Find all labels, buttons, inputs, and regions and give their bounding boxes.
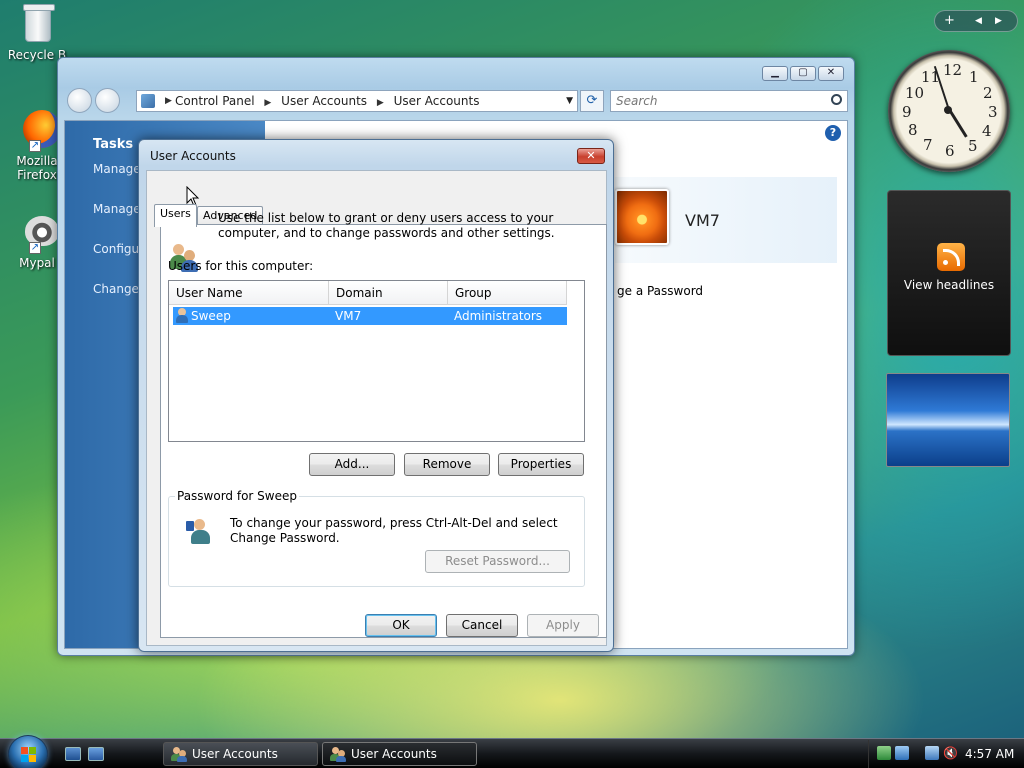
desktop-icon-recycle-bin[interactable]: Recycle B xyxy=(0,2,74,62)
sidebar-controls[interactable]: + ◀ ▶ xyxy=(934,10,1018,32)
dialog-close-button[interactable]: ✕ xyxy=(577,148,605,164)
ok-button[interactable]: OK xyxy=(365,614,437,637)
slideshow-gadget[interactable] xyxy=(886,373,1010,467)
users-list-label: Users for this computer: xyxy=(168,259,314,273)
column-domain[interactable]: Domain xyxy=(329,281,448,305)
help-icon[interactable]: ? xyxy=(825,125,841,141)
column-user-name[interactable]: User Name xyxy=(169,281,329,305)
breadcrumb-segment[interactable]: Control Panel xyxy=(175,94,255,108)
maximize-button[interactable]: ▢ xyxy=(790,66,816,81)
user-name: VM7 xyxy=(685,211,720,230)
rss-icon xyxy=(937,243,965,271)
start-button[interactable] xyxy=(8,735,48,768)
clock-number: 9 xyxy=(902,103,912,121)
password-group-title: Password for Sweep xyxy=(175,489,299,503)
chevron-right-icon: ▶ xyxy=(376,98,384,108)
shortcut-arrow-icon: ↗ xyxy=(29,140,41,152)
clock-number: 12 xyxy=(943,61,963,79)
clock-gadget[interactable]: 12 1 2 3 4 5 6 7 8 9 10 11 xyxy=(888,50,1010,172)
security-center-icon[interactable] xyxy=(877,746,891,760)
control-panel-icon xyxy=(141,94,155,108)
search-input[interactable]: Search xyxy=(610,90,848,112)
user-icon xyxy=(175,308,189,323)
taskbar: User Accounts User Accounts 🔇 4:57 AM xyxy=(0,735,1024,768)
taskbar-item-label: User Accounts xyxy=(351,747,437,761)
breadcrumb-segment[interactable]: User Accounts xyxy=(281,94,367,108)
volume-muted-icon[interactable]: 🔇 xyxy=(943,746,958,760)
taskbar-item-label: User Accounts xyxy=(192,747,278,761)
cell-domain: VM7 xyxy=(335,309,362,323)
tasks-title: Tasks xyxy=(93,137,134,152)
recycle-bin-icon xyxy=(15,2,59,46)
remove-user-button[interactable]: Remove xyxy=(404,453,490,476)
minimize-button[interactable]: ▁ xyxy=(762,66,788,81)
clock-number: 1 xyxy=(969,68,979,86)
search-placeholder: Search xyxy=(616,94,658,108)
next-icon[interactable]: ▶ xyxy=(995,16,1002,26)
clock-number: 3 xyxy=(988,103,998,121)
chevron-right-icon: ▶ xyxy=(264,98,272,108)
change-password-link[interactable]: ge a Password xyxy=(617,284,703,298)
previous-icon[interactable]: ◀ xyxy=(975,16,982,26)
feed-label: View headlines xyxy=(903,278,995,292)
clock-number: 7 xyxy=(923,136,933,154)
users-tray-icon[interactable] xyxy=(895,746,909,760)
users-icon xyxy=(330,746,346,762)
taskbar-item-user-accounts[interactable]: User Accounts xyxy=(163,742,318,766)
network-icon[interactable] xyxy=(925,746,939,760)
firefox-icon: ↗ xyxy=(15,108,61,152)
clock-number: 2 xyxy=(983,84,993,102)
back-button[interactable] xyxy=(67,88,92,113)
user-avatar[interactable] xyxy=(615,189,669,245)
clock-number: 4 xyxy=(982,122,992,140)
forward-button[interactable] xyxy=(95,88,120,113)
feed-headlines-gadget[interactable]: View headlines xyxy=(887,190,1011,356)
clock-time[interactable]: 4:57 AM xyxy=(965,740,1014,768)
reset-password-button[interactable]: Reset Password... xyxy=(425,550,570,573)
table-row[interactable]: Sweep VM7 Administrators xyxy=(173,307,567,325)
users-icon xyxy=(171,746,187,762)
password-instructions: To change your password, press Ctrl-Alt-… xyxy=(230,516,558,545)
shortcut-arrow-icon: ↗ xyxy=(29,242,41,254)
tab-users[interactable]: Users xyxy=(154,204,197,227)
dialog-title: User Accounts xyxy=(150,149,236,163)
address-bar[interactable]: ▶ Control Panel ▶ User Accounts ▶ User A… xyxy=(136,90,578,112)
cancel-button[interactable]: Cancel xyxy=(446,614,518,637)
add-gadget-icon[interactable]: + xyxy=(944,13,955,28)
close-button[interactable]: ✕ xyxy=(818,66,844,81)
users-listview[interactable]: User Name Domain Group Sweep VM7 Adminis… xyxy=(168,280,585,442)
chevron-down-icon[interactable]: ▼ xyxy=(566,91,573,111)
clock-number: 10 xyxy=(905,84,925,102)
add-user-button[interactable]: Add... xyxy=(309,453,395,476)
cell-user-name: Sweep xyxy=(191,309,231,323)
refresh-button[interactable]: ⟳ xyxy=(580,90,604,112)
apply-button[interactable]: Apply xyxy=(527,614,599,637)
cell-group: Administrators xyxy=(454,309,543,323)
properties-button[interactable]: Properties xyxy=(498,453,584,476)
show-desktop-icon[interactable] xyxy=(65,747,81,761)
chevron-right-icon: ▶ xyxy=(165,96,172,106)
mypal-icon: ↗ xyxy=(15,210,59,254)
user-password-icon xyxy=(186,517,216,547)
switch-windows-icon[interactable] xyxy=(88,747,104,761)
breadcrumb-segment[interactable]: User Accounts xyxy=(394,94,480,108)
taskbar-item-user-accounts-dialog[interactable]: User Accounts xyxy=(322,742,477,766)
listview-header: User Name Domain Group xyxy=(169,281,567,305)
column-group[interactable]: Group xyxy=(448,281,567,305)
clock-center xyxy=(944,106,952,114)
clock-number: 5 xyxy=(968,137,978,155)
clock-number: 8 xyxy=(908,121,918,139)
clock-hour-hand xyxy=(948,108,968,138)
clock-number: 6 xyxy=(945,142,955,160)
window-caption-buttons: ▁ ▢ ✕ xyxy=(762,66,844,81)
intro-text: Use the list below to grant or deny user… xyxy=(218,211,555,240)
search-icon[interactable] xyxy=(831,94,842,105)
system-tray: 🔇 4:57 AM xyxy=(868,740,1024,768)
